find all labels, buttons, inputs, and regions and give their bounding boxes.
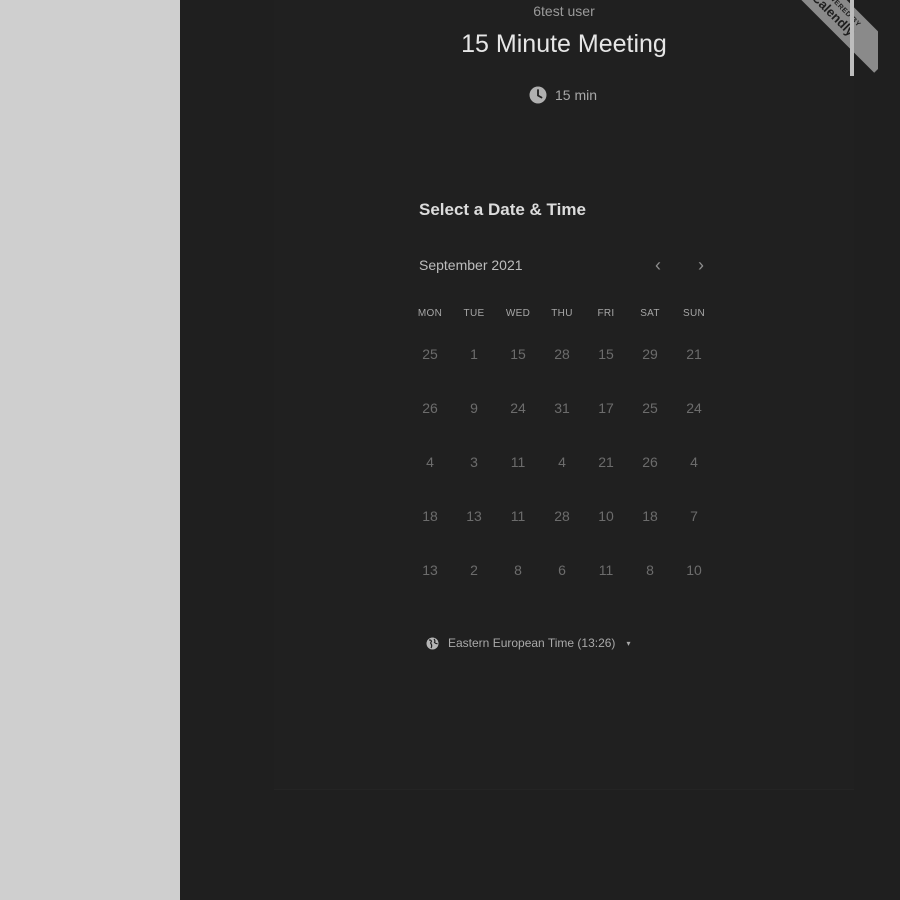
calendar-day: 8 xyxy=(514,562,522,578)
calendar-day: 11 xyxy=(598,562,614,578)
calendar-day: 7 xyxy=(690,508,698,524)
calendar-day: 21 xyxy=(598,454,614,470)
badge-edge xyxy=(850,0,854,76)
calendar-day: 11 xyxy=(510,508,526,524)
weekday-label: THU xyxy=(551,308,573,319)
badge-band: POWERED BY Calendly xyxy=(775,0,878,73)
calendar-grid: 25 1 15 28 15 29 21 26 9 24 31 17 25 24 … xyxy=(408,336,716,606)
clock-icon xyxy=(529,86,547,104)
calendar-day: 24 xyxy=(686,400,702,416)
calendar-day: 8 xyxy=(646,562,654,578)
calendar-day: 4 xyxy=(426,454,434,470)
calendar-day: 13 xyxy=(466,508,482,524)
calendar-day: 3 xyxy=(470,454,478,470)
previous-month-button[interactable]: ‹ xyxy=(645,252,671,278)
calendar-day: 15 xyxy=(510,346,526,362)
calendar-day: 6 xyxy=(558,562,566,578)
calendar-day: 13 xyxy=(422,562,438,578)
calendar-day: 26 xyxy=(422,400,438,416)
calendar-day: 18 xyxy=(422,508,438,524)
calendar-day: 25 xyxy=(642,400,658,416)
calendar-day: 4 xyxy=(690,454,698,470)
calendar-day: 2 xyxy=(470,562,478,578)
powered-by-badge[interactable]: POWERED BY Calendly xyxy=(758,0,878,78)
weekday-label: MON xyxy=(417,308,443,319)
chevron-right-icon: › xyxy=(698,254,704,275)
calendar-day: 29 xyxy=(642,346,658,362)
weekday-label: SUN xyxy=(682,308,705,319)
weekday-label: SAT xyxy=(640,308,660,319)
calendar-day: 17 xyxy=(598,400,614,416)
timezone-label: Eastern European Time (13:26) xyxy=(448,636,616,650)
weekday-label: TUE xyxy=(463,308,485,319)
calendar-day: 1 xyxy=(470,346,478,362)
duration-label: 15 min xyxy=(555,87,598,103)
event-duration: 15 min xyxy=(529,84,597,106)
chevron-left-icon: ‹ xyxy=(655,254,661,275)
calendar-day: 31 xyxy=(554,400,570,416)
calendar-day: 4 xyxy=(558,454,566,470)
main-panel: 6test user 15 Minute Meeting 15 min Sele… xyxy=(180,0,900,900)
weekday-header: MON TUE WED THU FRI SAT SUN xyxy=(408,308,716,319)
booking-card: 6test user 15 Minute Meeting 15 min Sele… xyxy=(274,0,854,790)
left-gutter xyxy=(0,0,180,900)
timezone-selector[interactable]: Eastern European Time (13:26) ▾ xyxy=(426,633,630,653)
calendar-day: 9 xyxy=(470,400,478,416)
calendar-day: 15 xyxy=(598,346,614,362)
calendar-day: 28 xyxy=(554,508,570,524)
calendar-day: 10 xyxy=(598,508,614,524)
calendar-day: 21 xyxy=(686,346,702,362)
weekday-label: FRI xyxy=(597,308,615,319)
calendar-day: 24 xyxy=(510,400,526,416)
calendar-day: 28 xyxy=(554,346,570,362)
calendar-day: 18 xyxy=(642,508,658,524)
calendar-day: 11 xyxy=(510,454,526,470)
calendar-day: 10 xyxy=(686,562,702,578)
caret-down-icon: ▾ xyxy=(626,638,631,648)
globe-icon xyxy=(426,637,439,650)
calendar-day: 26 xyxy=(642,454,658,470)
calendar-day: 25 xyxy=(422,346,438,362)
weekday-label: WED xyxy=(505,308,531,319)
month-label: September 2021 xyxy=(419,257,523,273)
next-month-button[interactable]: › xyxy=(688,252,714,278)
select-date-heading: Select a Date & Time xyxy=(419,200,586,219)
